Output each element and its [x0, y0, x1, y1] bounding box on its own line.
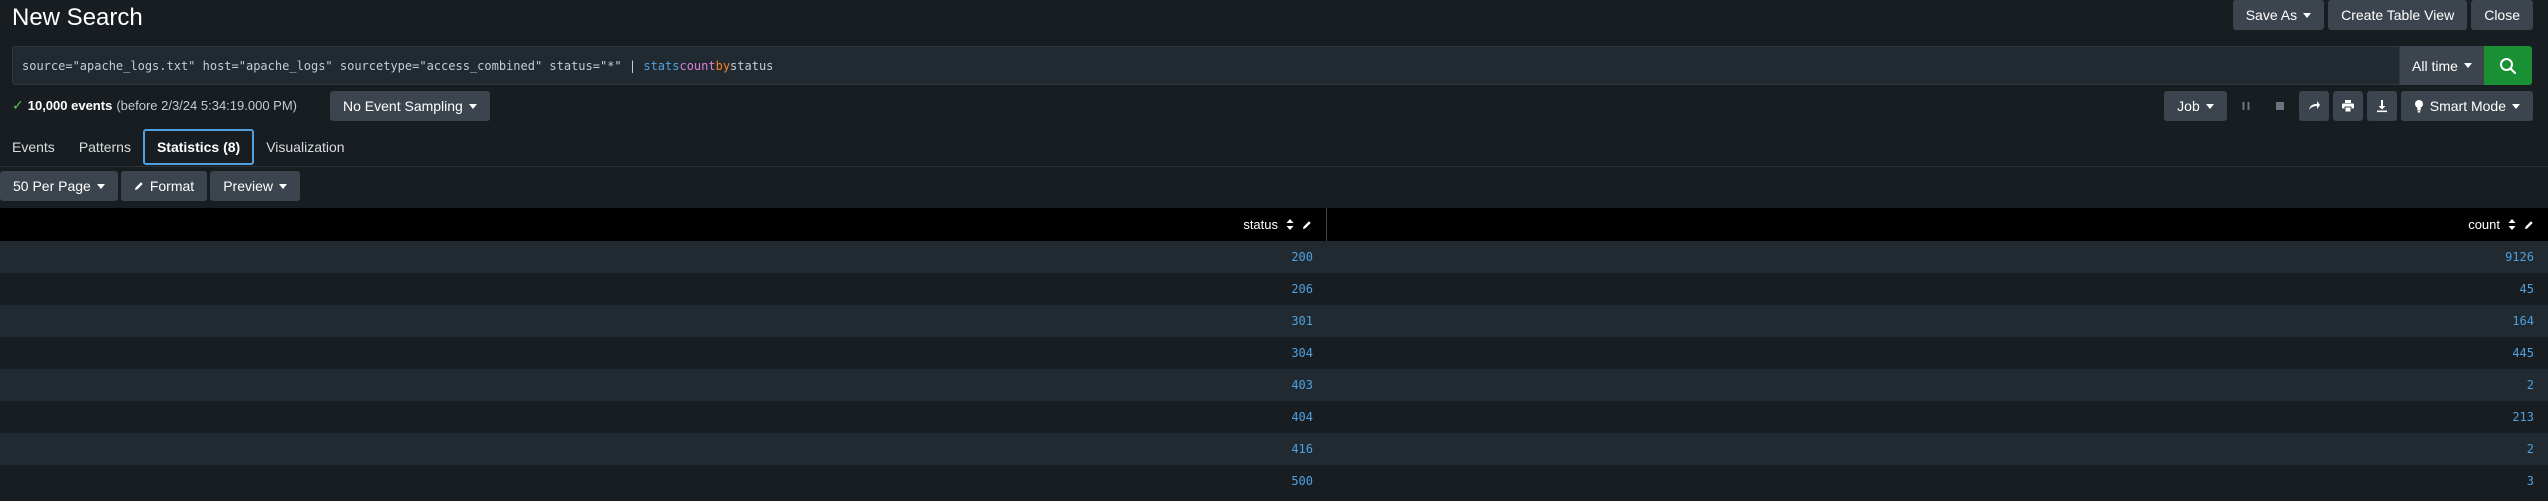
tab-statistics[interactable]: Statistics (8) [142, 129, 255, 165]
close-button[interactable]: Close [2471, 0, 2533, 30]
preview-dropdown[interactable]: Preview [210, 171, 300, 201]
pause-icon [2242, 102, 2250, 110]
search-input[interactable]: source="apache_logs.txt" host="apache_lo… [12, 46, 2400, 85]
table-row: 404 213 [0, 401, 2548, 433]
pencil-icon[interactable] [1302, 220, 1312, 230]
query-command: stats [643, 58, 680, 73]
table-row: 301 164 [0, 305, 2548, 337]
time-range-label: All time [2412, 57, 2458, 74]
print-icon [2341, 100, 2354, 113]
table-row: 416 2 [0, 433, 2548, 465]
query-base: source="apache_logs.txt" host="apache_lo… [22, 58, 622, 73]
pencil-icon [134, 182, 143, 190]
cell-status[interactable]: 304 [0, 337, 1327, 369]
tab-divider [0, 166, 2548, 167]
table-header: status count [0, 208, 2548, 241]
stop-button[interactable] [2265, 91, 2295, 121]
check-icon: ✓ [12, 97, 24, 113]
column-header-count[interactable]: count [1327, 208, 2548, 241]
tab-events[interactable]: Events [0, 129, 67, 165]
table-row: 206 45 [0, 273, 2548, 305]
chevron-down-icon [2512, 103, 2520, 109]
page-title: New Search [12, 4, 143, 31]
per-page-label: 50 Per Page [13, 178, 91, 194]
cell-status[interactable]: 301 [0, 305, 1327, 337]
job-label: Job [2177, 98, 2200, 114]
chevron-down-icon [278, 183, 287, 189]
pencil-icon[interactable] [2524, 220, 2534, 230]
header-actions: Save As Create Table View Close [2232, 0, 2533, 30]
query-field: status [730, 58, 774, 73]
event-sampling-label: No Event Sampling [343, 98, 463, 114]
cell-status[interactable]: 404 [0, 401, 1327, 433]
table-row: 200 9126 [0, 241, 2548, 273]
event-count: 10,000 events [27, 98, 113, 113]
create-table-view-button[interactable]: Create Table View [2328, 0, 2468, 30]
job-dropdown[interactable]: Job [2164, 91, 2227, 121]
search-bar: source="apache_logs.txt" host="apache_lo… [12, 46, 2532, 85]
cell-count[interactable]: 3 [1327, 465, 2548, 497]
query-by-keyword: by [715, 58, 731, 73]
cell-status[interactable]: 500 [0, 465, 1327, 497]
lightbulb-icon [2414, 100, 2423, 113]
column-label-status: status [1243, 217, 1278, 232]
save-as-button[interactable]: Save As [2232, 0, 2325, 30]
event-status: ✓ 10,000 events (before 2/3/24 5:34:19.0… [12, 97, 297, 114]
tab-patterns[interactable]: Patterns [67, 129, 143, 165]
save-as-label: Save As [2245, 7, 2298, 23]
query-pipe: | [621, 58, 644, 73]
cell-count[interactable]: 445 [1327, 337, 2548, 369]
format-label: Format [149, 178, 195, 194]
tab-visualization[interactable]: Visualization [254, 129, 356, 165]
share-icon [2308, 101, 2320, 110]
cell-count[interactable]: 45 [1327, 273, 2548, 305]
cell-count[interactable]: 9126 [1327, 241, 2548, 273]
table-row: 403 2 [0, 369, 2548, 401]
column-label-count: count [2468, 217, 2500, 232]
query-function: count [679, 58, 716, 73]
stop-icon [2275, 102, 2284, 110]
results-toolbar: 50 Per Page Format Preview [0, 171, 300, 201]
results-tabs: Events Patterns Statistics (8) Visualiza… [0, 128, 357, 165]
export-button[interactable] [2366, 91, 2397, 121]
cell-count[interactable]: 2 [1327, 433, 2548, 465]
cell-status[interactable]: 403 [0, 369, 1327, 401]
share-button[interactable] [2298, 91, 2329, 121]
cell-status[interactable]: 206 [0, 273, 1327, 305]
cell-count[interactable]: 164 [1327, 305, 2548, 337]
chevron-down-icon [2463, 63, 2472, 68]
chevron-down-icon [96, 183, 105, 189]
print-button[interactable] [2332, 91, 2363, 121]
sort-icon[interactable] [2508, 219, 2516, 230]
cell-status[interactable]: 416 [0, 433, 1327, 465]
table-row: 500 3 [0, 465, 2548, 497]
pause-button[interactable] [2231, 91, 2261, 121]
time-range-picker[interactable]: All time [2400, 46, 2484, 85]
cell-status[interactable]: 200 [0, 241, 1327, 273]
sort-icon[interactable] [1286, 219, 1294, 230]
search-mode-dropdown[interactable]: Smart Mode [2400, 91, 2533, 121]
search-button[interactable] [2484, 46, 2532, 85]
chevron-down-icon [2205, 103, 2214, 109]
chevron-down-icon [2303, 12, 2312, 18]
search-icon [2500, 57, 2517, 74]
search-mode-label: Smart Mode [2429, 98, 2506, 114]
event-time-bound: (before 2/3/24 5:34:19.000 PM) [116, 98, 297, 113]
format-button[interactable]: Format [120, 171, 208, 201]
chevron-down-icon [468, 103, 477, 109]
cell-count[interactable]: 2 [1327, 369, 2548, 401]
table-body: 200 9126 206 45 301 164 304 445 403 2 40… [0, 241, 2548, 497]
cell-count[interactable]: 213 [1327, 401, 2548, 433]
event-sampling-dropdown[interactable]: No Event Sampling [330, 91, 490, 121]
table-row: 304 445 [0, 337, 2548, 369]
job-controls: Job Smart Mode [2164, 91, 2533, 121]
download-icon [2376, 100, 2387, 113]
column-header-status[interactable]: status [0, 208, 1327, 241]
per-page-dropdown[interactable]: 50 Per Page [0, 171, 118, 201]
preview-label: Preview [223, 178, 273, 194]
